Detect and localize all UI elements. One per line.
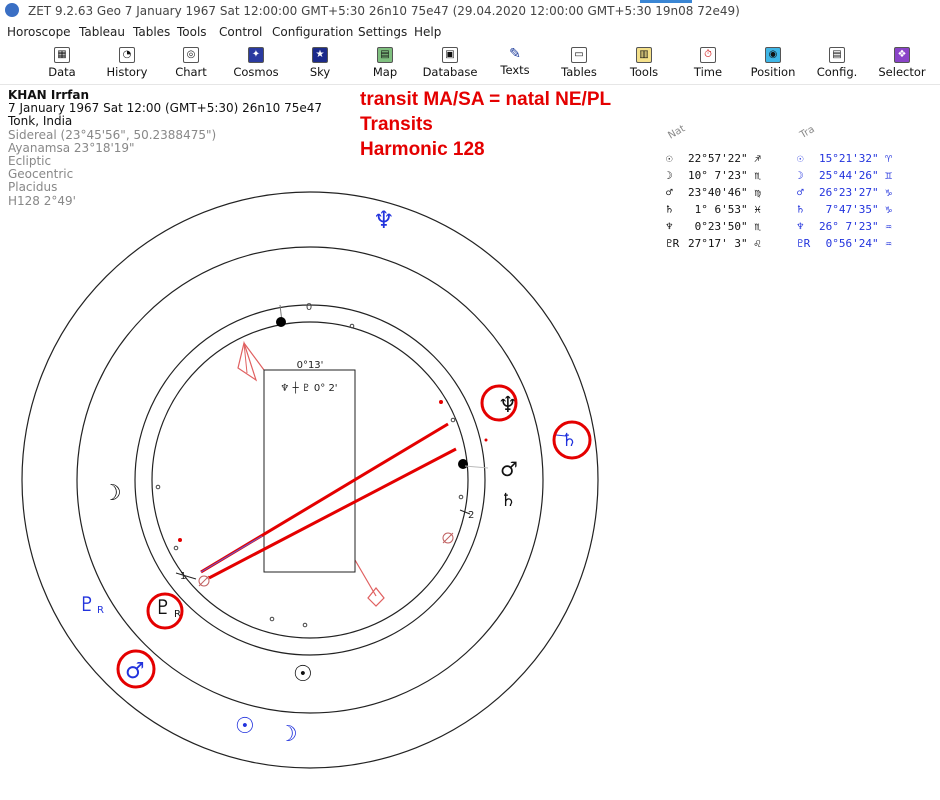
minor-dot (173, 545, 179, 551)
annotation-line-2: Transits (360, 114, 433, 135)
midpoint-marker (198, 575, 210, 587)
harmonic-setting: H128 2°49' (8, 193, 76, 208)
positions-table: Nat Tra ☉ 22°57'22" ♐ ☽ 10° 7'23" ♏ ♂ 23°40… (660, 120, 930, 260)
natal-saturn-glyph: ♄ (500, 490, 516, 511)
red-dot (178, 538, 182, 542)
zodiac-setting: Sidereal (23°45'56", 50.2388475") (8, 127, 217, 142)
transit-row: ♂ 26°23'27" ♑ (797, 186, 892, 199)
natal-moon-glyph: ☽ (102, 481, 122, 506)
minor-dot (458, 494, 464, 500)
transit-moon-icon: ☽ (797, 169, 804, 182)
natal-sun-icon: ☉ (666, 152, 673, 165)
red-dot (484, 438, 488, 442)
natal-marker-dot (458, 459, 468, 469)
birth-place: Tonk, India (8, 114, 73, 129)
annotation-line-1: transit MA/SA = natal NE/PL (360, 89, 612, 110)
minor-dot (269, 616, 275, 622)
house-2-label: 2 (468, 510, 474, 521)
transit-saturn-value: 7°47'35" ♑ (819, 203, 892, 216)
transit-neptune-glyph: ♆ (373, 206, 395, 234)
natal-row: ♇R 27°17' 3" ♌ (666, 237, 761, 250)
box-top-label: 0°13' (297, 360, 324, 371)
natal-saturn-icon: ♄ (666, 203, 673, 216)
transit-row: ♄ 7°47'35" ♑ (797, 203, 892, 216)
transit-row: ♇R 0°56'24" ♒ (797, 237, 892, 250)
natal-moon-value: 10° 7'23" ♏ (688, 169, 761, 182)
box-midpoint-text: ♆ ┼ ♇ 0° 2' (280, 381, 337, 394)
natal-row: ♆ 0°23'50" ♏ (666, 220, 761, 233)
natal-mars-icon: ♂ (666, 186, 673, 199)
transit-moon-glyph: ☽ (278, 722, 298, 747)
red-dot (439, 400, 443, 404)
minor-dot (302, 622, 308, 628)
inner-zero-label: 0 (306, 302, 312, 313)
transit-mars-icon: ♂ (797, 186, 804, 199)
natal-row: ☽ 10° 7'23" ♏ (666, 169, 761, 182)
transit-sun-glyph: ☉ (235, 714, 255, 739)
natal-neptune-value: 0°23'50" ♏ (688, 220, 761, 233)
natal-saturn-value: 1° 6'53" ♓ (688, 203, 761, 216)
transit-row: ☽ 25°44'26" ♊ (797, 169, 892, 182)
minor-dot (450, 417, 456, 423)
natal-neptune-icon: ♆ (666, 220, 673, 233)
transit-moon-value: 25°44'26" ♊ (819, 169, 892, 182)
midpoint-marker (442, 532, 454, 544)
transit-pluto-icon: ♇R (797, 237, 811, 250)
natal-row: ♄ 1° 6'53" ♓ (666, 203, 761, 216)
natal-sun-value: 22°57'22" ♐ (688, 152, 761, 165)
dial-pointer-top (237, 340, 265, 382)
transit-sun-icon: ☉ (797, 152, 804, 165)
transit-row: ☉ 15°21'32" ♈ (797, 152, 892, 165)
natal-marker-dot (276, 317, 286, 327)
natal-pluto-glyph: ♇ (154, 595, 172, 619)
ayanamsa-setting: Ayanamsa 23°18'19" (8, 140, 135, 155)
transit-sun-value: 15°21'32" ♈ (819, 152, 892, 165)
house-system: Placidus (8, 180, 58, 195)
natal-moon-icon: ☽ (666, 169, 673, 182)
transit-mars-glyph: ♂ (125, 659, 145, 684)
transit-pluto-value: 0°56'24" ♒ (819, 237, 892, 250)
natal-row: ♂ 23°40'46" ♍ (666, 186, 761, 199)
natal-column-header: Nat (666, 123, 688, 142)
natal-sun-glyph: ☉ (293, 662, 313, 687)
natal-mars-glyph: ♂ (500, 457, 518, 481)
info-panel: KHAN Irrfan 7 January 1967 Sat 12:00 (GM… (8, 88, 322, 208)
annotation-text: transit MA/SA = natal NE/PL Transits Har… (360, 87, 611, 162)
annotation-line-3: Harmonic 128 (360, 139, 485, 160)
transit-row: ♆ 26° 7'23" ♒ (797, 220, 892, 233)
minor-dot (155, 484, 161, 490)
transit-neptune-icon: ♆ (797, 220, 804, 233)
natal-pluto-icon: ♇R (666, 237, 680, 250)
transit-neptune-value: 26° 7'23" ♒ (819, 220, 892, 233)
natal-row: ☉ 22°57'22" ♐ (666, 152, 761, 165)
transit-mars-value: 26°23'27" ♑ (819, 186, 892, 199)
natal-pluto-value: 27°17' 3" ♌ (688, 237, 761, 250)
transit-saturn-icon: ♄ (797, 203, 804, 216)
natal-mars-value: 23°40'46" ♍ (688, 186, 761, 199)
transit-pluto-retro: R (97, 605, 104, 616)
transit-column-header: Tra (798, 124, 817, 141)
dial-pointer-bottom (354, 559, 385, 607)
transit-saturn-glyph: ♄ (561, 430, 577, 451)
house-1-label: 1 (180, 571, 186, 582)
transit-pluto-glyph: ♇ (78, 592, 96, 616)
